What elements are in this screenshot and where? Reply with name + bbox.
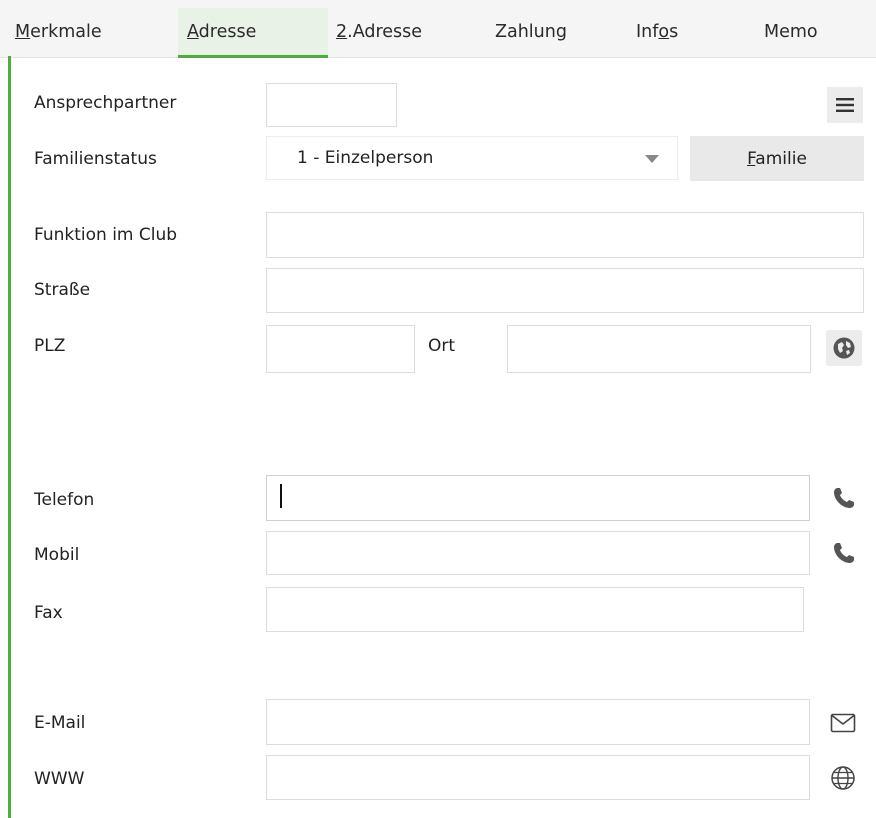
plz-input[interactable] — [266, 325, 415, 373]
label-www: WWW — [34, 769, 85, 789]
active-tab-underline — [178, 55, 328, 58]
tab-mnemonic: M — [15, 22, 31, 42]
open-website-button[interactable] — [825, 760, 861, 796]
panel-left-border — [8, 56, 11, 818]
menu-button[interactable] — [827, 87, 863, 123]
tab-label: Zahlung — [495, 22, 567, 42]
funktion-input[interactable] — [266, 212, 864, 258]
text-cursor — [280, 484, 282, 508]
label-plz: PLZ — [34, 336, 66, 356]
chevron-down-icon — [645, 155, 659, 163]
globe-location-icon — [833, 337, 855, 359]
tab-divider — [0, 57, 876, 58]
tab-zahlung[interactable]: Zahlung — [495, 22, 567, 42]
phone-icon — [834, 543, 854, 563]
tab-label: erkmale — [30, 22, 102, 42]
label-strasse: Straße — [34, 280, 91, 300]
call-mobil-button[interactable] — [826, 535, 862, 571]
email-input[interactable] — [266, 699, 810, 745]
label-telefon: Telefon — [34, 490, 95, 510]
ort-input[interactable] — [507, 325, 811, 373]
label-email: E-Mail — [34, 713, 86, 733]
fax-input[interactable] — [266, 587, 804, 632]
label-familienstatus: Familienstatus — [34, 149, 157, 169]
www-input[interactable] — [266, 755, 810, 800]
globe-web-icon — [831, 766, 855, 790]
label-funktion: Funktion im Club — [34, 225, 178, 245]
tab-label: s — [669, 22, 679, 42]
tab-infos[interactable]: Infos — [636, 22, 678, 42]
tab-bar — [0, 0, 876, 58]
mobil-input[interactable] — [266, 531, 810, 575]
tab-label: Memo — [764, 22, 818, 42]
tab-label: .Adresse — [347, 22, 423, 42]
label-ort: Ort — [428, 336, 456, 356]
send-email-button[interactable] — [825, 705, 861, 741]
tab-mnemonic: 2 — [336, 22, 348, 42]
label-fax: Fax — [34, 603, 63, 623]
ansprechpartner-input[interactable] — [266, 83, 397, 127]
label-mobil: Mobil — [34, 545, 80, 565]
button-label: amilie — [755, 148, 807, 169]
tab-adresse[interactable]: Adresse — [187, 22, 256, 42]
tab-label: Inf — [636, 22, 659, 42]
familie-button[interactable]: Familie — [690, 136, 864, 181]
tab-mnemonic: o — [658, 22, 670, 42]
phone-icon — [834, 488, 854, 508]
telefon-input[interactable] — [266, 475, 810, 521]
tab-merkmale[interactable]: Merkmale — [15, 22, 102, 42]
call-telefon-button[interactable] — [826, 480, 862, 516]
envelope-icon — [830, 713, 856, 733]
tab-memo[interactable]: Memo — [764, 22, 818, 42]
label-ansprechpartner: Ansprechpartner — [34, 93, 177, 113]
familienstatus-select[interactable]: 1 - Einzelperson — [266, 136, 678, 180]
tab-label: dresse — [198, 22, 257, 42]
tab-mnemonic: A — [187, 22, 199, 42]
familienstatus-value: 1 - Einzelperson — [297, 148, 434, 168]
map-button[interactable] — [826, 330, 862, 366]
strasse-input[interactable] — [266, 268, 864, 313]
tab-2-adresse[interactable]: 2.Adresse — [336, 22, 422, 42]
hamburger-menu-icon — [836, 98, 854, 112]
